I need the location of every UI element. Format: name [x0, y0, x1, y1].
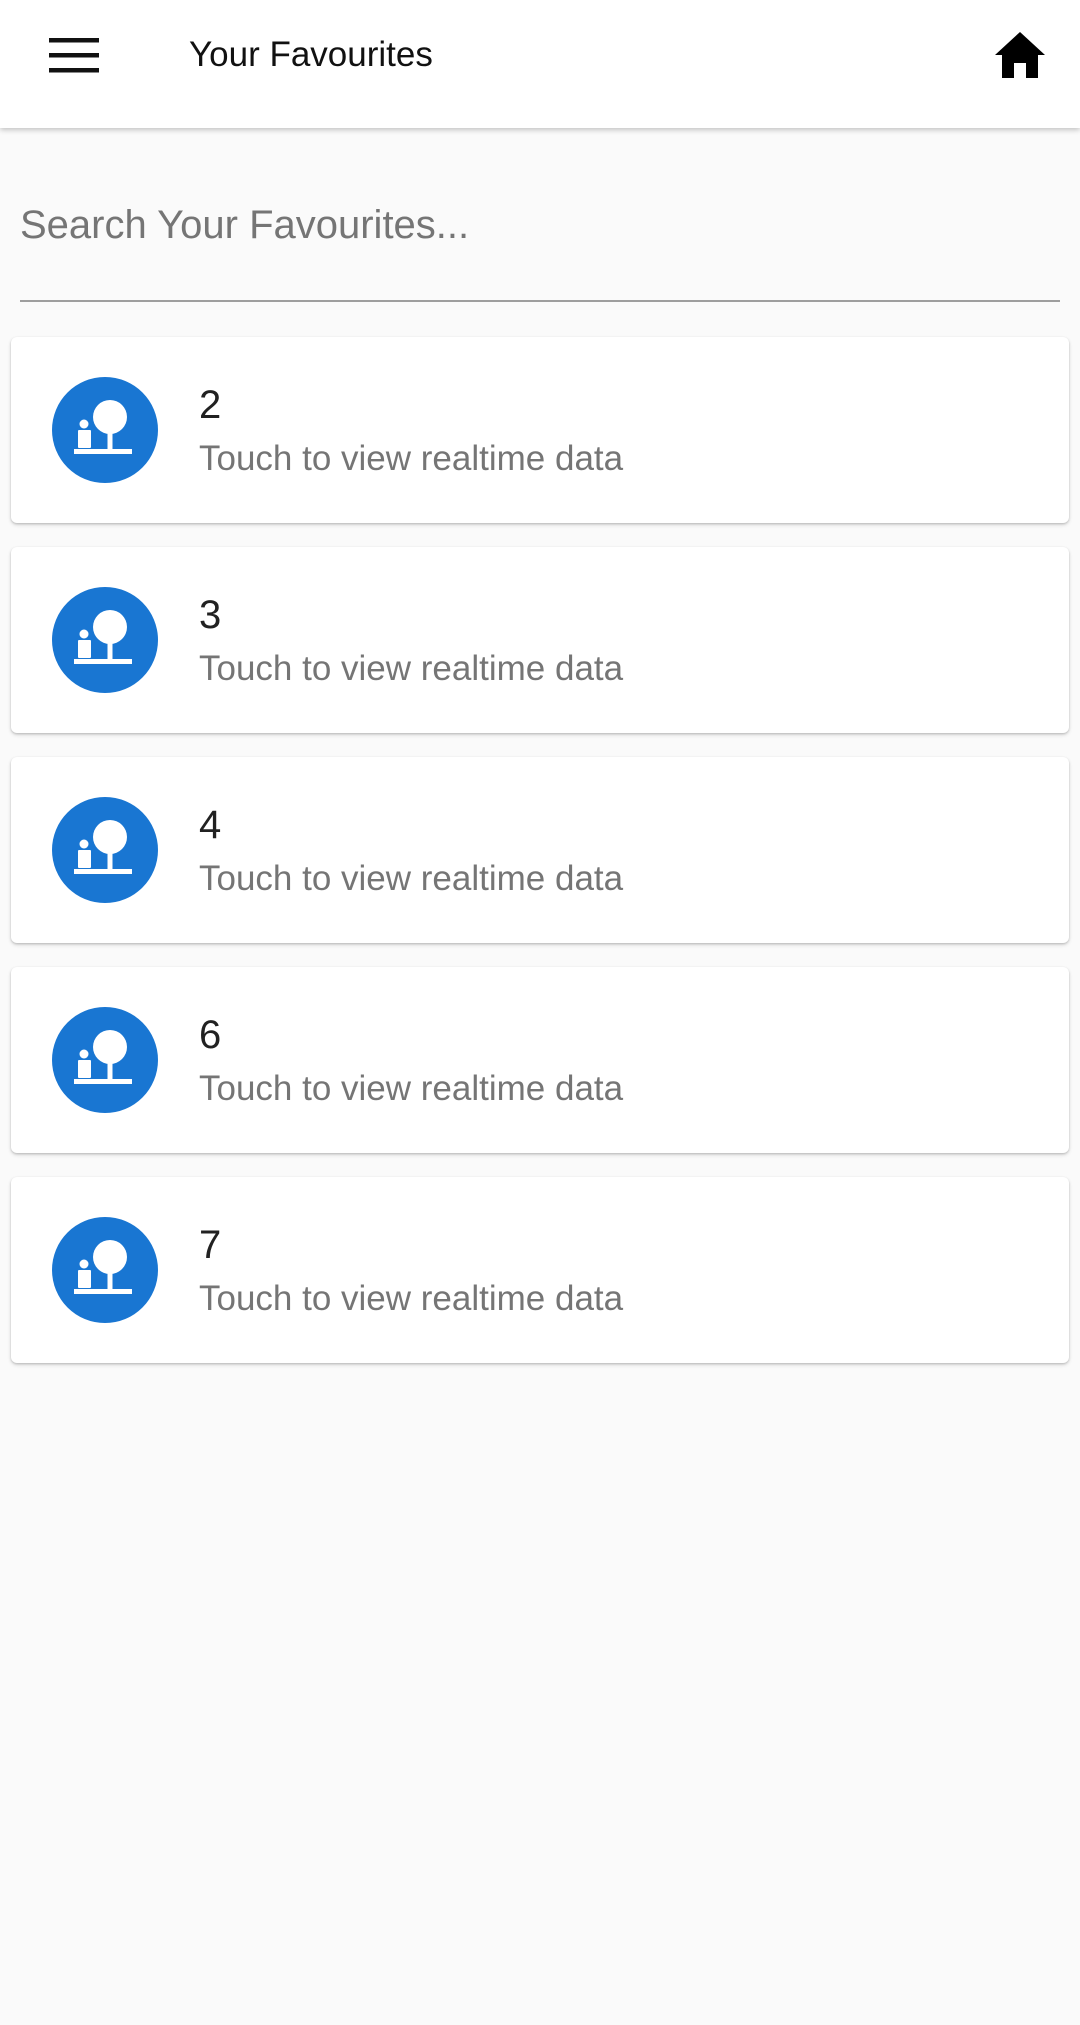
favourite-subtitle: Touch to view realtime data	[199, 859, 624, 898]
favourite-card[interactable]: 4 Touch to view realtime data	[11, 757, 1069, 943]
tree-sensor-icon	[74, 1240, 132, 1294]
menu-button[interactable]	[34, 20, 114, 90]
search-input[interactable]	[20, 180, 1060, 302]
favourite-subtitle: Touch to view realtime data	[199, 439, 624, 478]
favourite-subtitle: Touch to view realtime data	[199, 1279, 624, 1318]
app-bar: Your Favourites	[0, 0, 1080, 128]
favourite-title: 3	[199, 593, 222, 637]
favourite-subtitle: Touch to view realtime data	[199, 649, 624, 688]
page-title: Your Favourites	[189, 35, 433, 74]
menu-icon	[49, 38, 99, 73]
favourite-title: 6	[199, 1013, 222, 1057]
favourite-card[interactable]: 6 Touch to view realtime data	[11, 967, 1069, 1153]
favourite-title: 2	[199, 383, 222, 427]
home-button[interactable]	[980, 20, 1060, 90]
favourite-card[interactable]: 2 Touch to view realtime data	[11, 337, 1069, 523]
avatar	[52, 587, 158, 693]
avatar	[52, 377, 158, 483]
favourites-list: 2 Touch to view realtime data 3 Touch to…	[11, 337, 1069, 1387]
avatar	[52, 797, 158, 903]
tree-sensor-icon	[74, 400, 132, 454]
tree-sensor-icon	[74, 610, 132, 664]
favourite-card[interactable]: 3 Touch to view realtime data	[11, 547, 1069, 733]
avatar	[52, 1217, 158, 1323]
tree-sensor-icon	[74, 1030, 132, 1084]
favourite-card[interactable]: 7 Touch to view realtime data	[11, 1177, 1069, 1363]
favourite-title: 7	[199, 1223, 222, 1267]
favourite-subtitle: Touch to view realtime data	[199, 1069, 624, 1108]
search-field	[20, 180, 1060, 304]
home-icon	[995, 32, 1045, 78]
tree-sensor-icon	[74, 820, 132, 874]
favourite-title: 4	[199, 803, 222, 847]
avatar	[52, 1007, 158, 1113]
